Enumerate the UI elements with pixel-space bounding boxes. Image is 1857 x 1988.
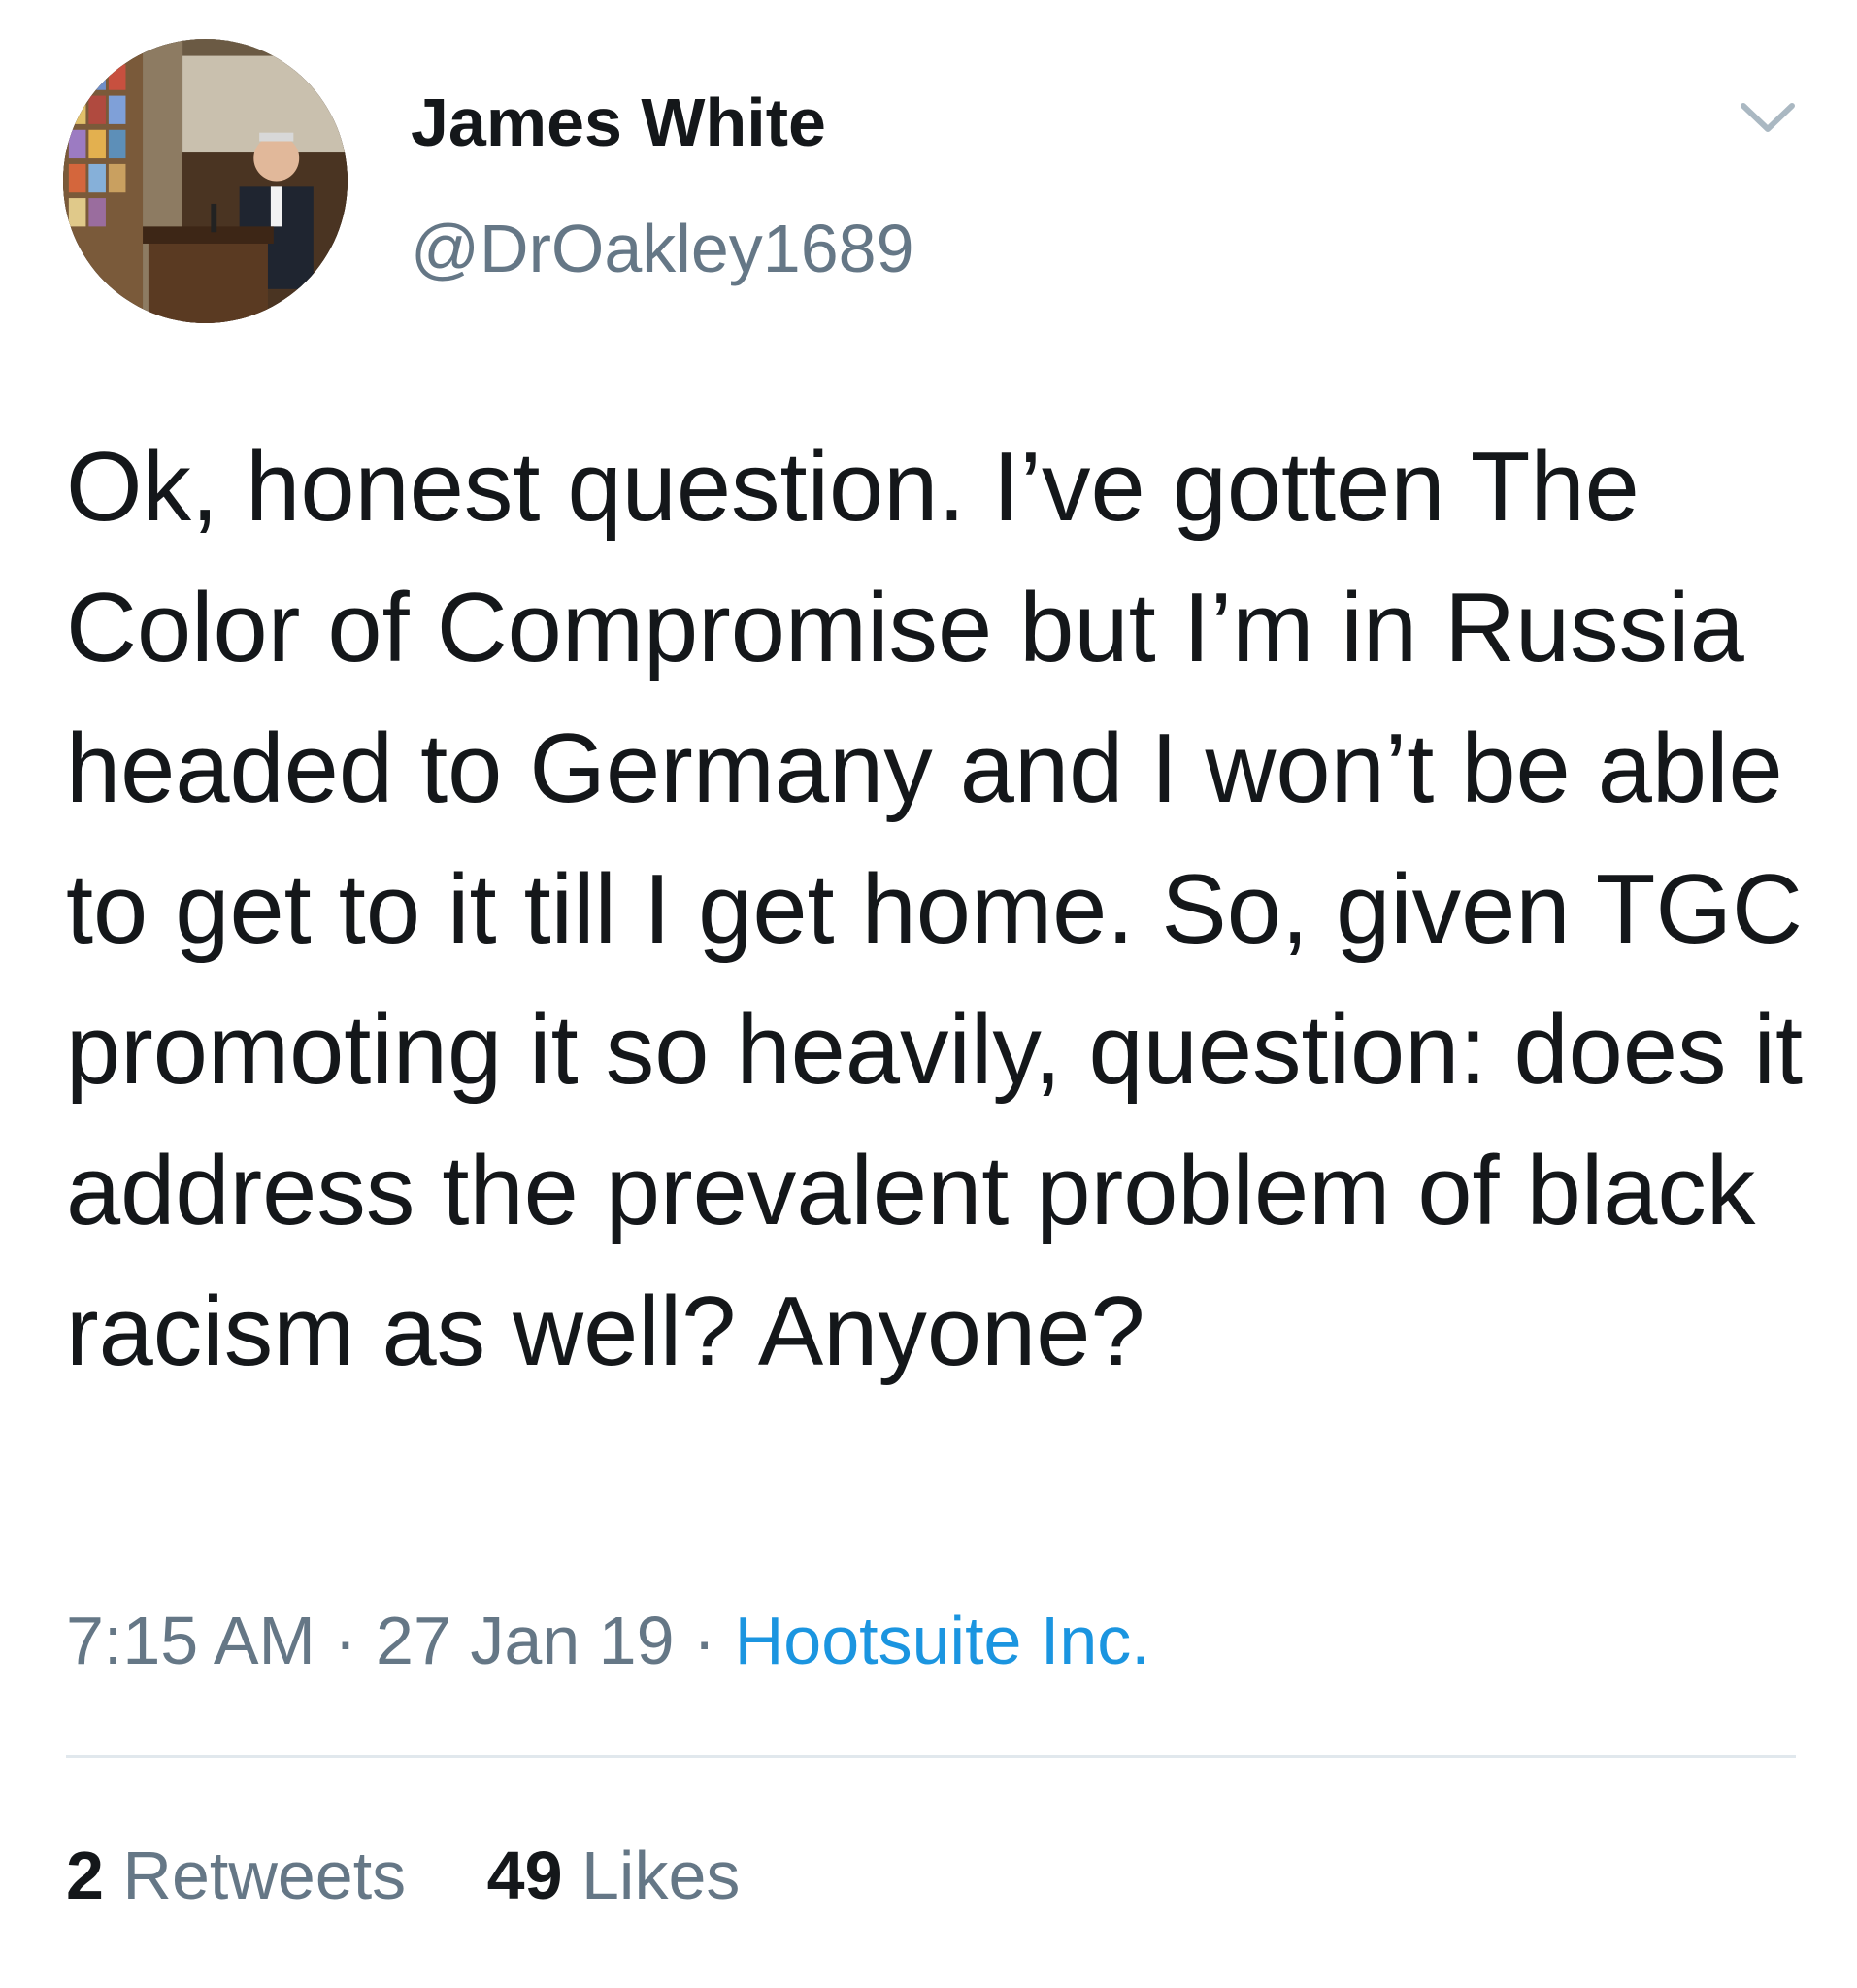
tweet-meta: 7:15 AM · 27 Jan 19 · Hootsuite Inc. [66,1600,1150,1681]
tweet-stats: 2 Retweets 49 Likes [66,1835,740,1916]
tweet-date: 27 Jan 19 [376,1603,675,1678]
avatar-photo [63,39,348,323]
author-name[interactable]: James White [411,82,826,163]
avatar[interactable] [63,39,348,323]
chevron-down-icon[interactable] [1738,92,1798,141]
retweets-count: 2 [66,1838,104,1913]
retweets-label: Retweets [122,1838,407,1913]
tweet-header: James White @DrOakley1689 [0,0,1857,349]
tweet-text: Ok, honest question. I’ve gotten The Col… [66,433,1804,1386]
likes-label: Likes [580,1838,741,1913]
likes-stat[interactable]: 49 Likes [487,1835,741,1916]
retweets-stat[interactable]: 2 Retweets [66,1835,406,1916]
likes-count: 49 [486,1838,563,1913]
divider [66,1755,1796,1758]
author-handle[interactable]: @DrOakley1689 [411,208,914,289]
meta-separator: · [334,1603,357,1678]
tweet-source-link[interactable]: Hootsuite Inc. [735,1603,1150,1678]
tweet-detail: James White @DrOakley1689 Ok, honest que… [0,0,1857,1988]
tweet-time: 7:15 AM [66,1603,315,1678]
meta-separator: · [692,1603,716,1678]
